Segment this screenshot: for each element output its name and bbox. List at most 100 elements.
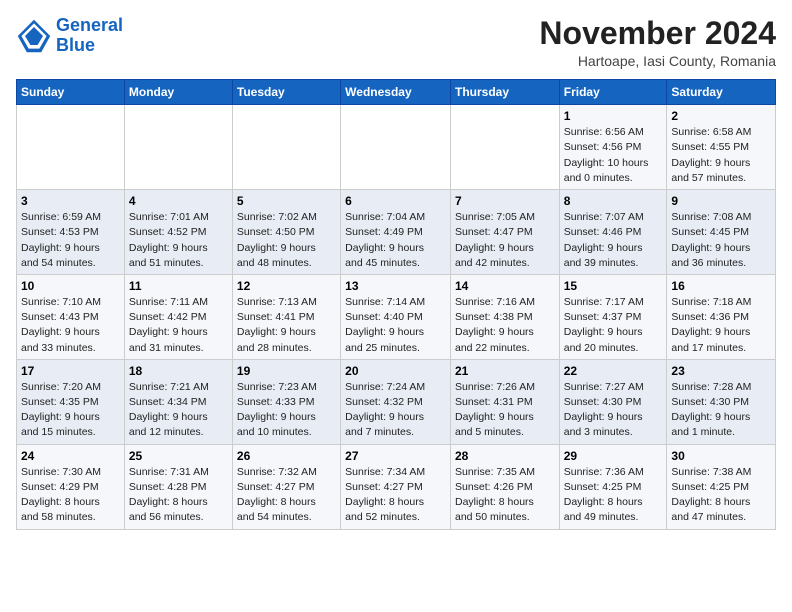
- logo: General Blue: [16, 16, 123, 56]
- calendar-week-row: 3 Sunrise: 6:59 AMSunset: 4:53 PMDaylight…: [17, 190, 776, 275]
- day-info: Sunrise: 7:23 AMSunset: 4:33 PMDaylight:…: [237, 380, 336, 441]
- day-number: 4: [129, 194, 228, 208]
- calendar-cell: 25 Sunrise: 7:31 AMSunset: 4:28 PMDayligh…: [124, 444, 232, 529]
- day-info: Sunrise: 7:35 AMSunset: 4:26 PMDaylight:…: [455, 465, 555, 526]
- weekday-header-saturday: Saturday: [667, 80, 776, 105]
- calendar-week-row: 24Sunrise: 7:30 AMSunset: 4:29 PMDayligh…: [17, 444, 776, 529]
- day-info: Sunrise: 7:26 AMSunset: 4:31 PMDaylight:…: [455, 380, 555, 441]
- day-info: Sunrise: 7:07 AMSunset: 4:46 PMDaylight:…: [564, 210, 663, 271]
- day-info: Sunrise: 7:20 AMSunset: 4:35 PMDaylight:…: [21, 380, 120, 441]
- day-number: 20: [345, 364, 446, 378]
- calendar-cell: 26 Sunrise: 7:32 AMSunset: 4:27 PMDayligh…: [232, 444, 340, 529]
- day-info: Sunrise: 6:58 AMSunset: 4:55 PMDaylight:…: [671, 125, 771, 186]
- day-number: 16: [671, 279, 771, 293]
- calendar-cell: 9Sunrise: 7:08 AMSunset: 4:45 PMDaylight…: [667, 190, 776, 275]
- calendar-cell: 27 Sunrise: 7:34 AMSunset: 4:27 PMDayligh…: [341, 444, 451, 529]
- calendar-week-row: 17 Sunrise: 7:20 AMSunset: 4:35 PMDayligh…: [17, 359, 776, 444]
- calendar-cell: 21 Sunrise: 7:26 AMSunset: 4:31 PMDayligh…: [450, 359, 559, 444]
- weekday-header-wednesday: Wednesday: [341, 80, 451, 105]
- day-number: 6: [345, 194, 446, 208]
- calendar-cell: 19 Sunrise: 7:23 AMSunset: 4:33 PMDayligh…: [232, 359, 340, 444]
- day-info: Sunrise: 7:10 AMSunset: 4:43 PMDaylight:…: [21, 295, 120, 356]
- calendar-cell: 20 Sunrise: 7:24 AMSunset: 4:32 PMDayligh…: [341, 359, 451, 444]
- day-info: Sunrise: 7:31 AMSunset: 4:28 PMDaylight:…: [129, 465, 228, 526]
- calendar-cell: 28 Sunrise: 7:35 AMSunset: 4:26 PMDayligh…: [450, 444, 559, 529]
- calendar-cell: 13Sunrise: 7:14 AMSunset: 4:40 PMDayligh…: [341, 274, 451, 359]
- day-number: 3: [21, 194, 120, 208]
- day-number: 29: [564, 449, 663, 463]
- calendar-week-row: 10 Sunrise: 7:10 AMSunset: 4:43 PMDayligh…: [17, 274, 776, 359]
- day-number: 7: [455, 194, 555, 208]
- weekday-header-monday: Monday: [124, 80, 232, 105]
- day-number: 15: [564, 279, 663, 293]
- day-info: Sunrise: 7:13 AMSunset: 4:41 PMDaylight:…: [237, 295, 336, 356]
- calendar-cell: [124, 105, 232, 190]
- calendar-cell: 4 Sunrise: 7:01 AMSunset: 4:52 PMDaylight…: [124, 190, 232, 275]
- calendar-cell: 8 Sunrise: 7:07 AMSunset: 4:46 PMDaylight…: [559, 190, 667, 275]
- calendar-cell: [450, 105, 559, 190]
- day-number: 24: [21, 449, 120, 463]
- day-number: 12: [237, 279, 336, 293]
- day-number: 10: [21, 279, 120, 293]
- calendar-cell: 22 Sunrise: 7:27 AMSunset: 4:30 PMDayligh…: [559, 359, 667, 444]
- weekday-header-thursday: Thursday: [450, 80, 559, 105]
- calendar-week-row: 1Sunrise: 6:56 AMSunset: 4:56 PMDaylight…: [17, 105, 776, 190]
- day-number: 22: [564, 364, 663, 378]
- day-number: 2: [671, 109, 771, 123]
- day-info: Sunrise: 7:11 AMSunset: 4:42 PMDaylight:…: [129, 295, 228, 356]
- day-info: Sunrise: 7:34 AMSunset: 4:27 PMDaylight:…: [345, 465, 446, 526]
- calendar-cell: 3 Sunrise: 6:59 AMSunset: 4:53 PMDaylight…: [17, 190, 125, 275]
- calendar-cell: 5 Sunrise: 7:02 AMSunset: 4:50 PMDaylight…: [232, 190, 340, 275]
- day-info: Sunrise: 7:21 AMSunset: 4:34 PMDaylight:…: [129, 380, 228, 441]
- weekday-header-friday: Friday: [559, 80, 667, 105]
- weekday-header-sunday: Sunday: [17, 80, 125, 105]
- day-info: Sunrise: 7:01 AMSunset: 4:52 PMDaylight:…: [129, 210, 228, 271]
- logo-line2: Blue: [56, 36, 123, 56]
- logo-icon: [16, 18, 52, 54]
- logo-line1: General: [56, 16, 123, 36]
- day-number: 18: [129, 364, 228, 378]
- day-info: Sunrise: 7:02 AMSunset: 4:50 PMDaylight:…: [237, 210, 336, 271]
- day-number: 21: [455, 364, 555, 378]
- day-info: Sunrise: 7:32 AMSunset: 4:27 PMDaylight:…: [237, 465, 336, 526]
- day-number: 26: [237, 449, 336, 463]
- day-info: Sunrise: 7:05 AMSunset: 4:47 PMDaylight:…: [455, 210, 555, 271]
- day-info: Sunrise: 6:59 AMSunset: 4:53 PMDaylight:…: [21, 210, 120, 271]
- day-number: 8: [564, 194, 663, 208]
- day-number: 13: [345, 279, 446, 293]
- calendar-cell: 16 Sunrise: 7:18 AMSunset: 4:36 PMDayligh…: [667, 274, 776, 359]
- calendar-cell: [341, 105, 451, 190]
- calendar-cell: 6Sunrise: 7:04 AMSunset: 4:49 PMDaylight…: [341, 190, 451, 275]
- day-info: Sunrise: 7:28 AMSunset: 4:30 PMDaylight:…: [671, 380, 771, 441]
- calendar-header-row: SundayMondayTuesdayWednesdayThursdayFrid…: [17, 80, 776, 105]
- day-info: Sunrise: 7:27 AMSunset: 4:30 PMDaylight:…: [564, 380, 663, 441]
- calendar-cell: 24Sunrise: 7:30 AMSunset: 4:29 PMDayligh…: [17, 444, 125, 529]
- day-number: 25: [129, 449, 228, 463]
- day-info: Sunrise: 7:16 AMSunset: 4:38 PMDaylight:…: [455, 295, 555, 356]
- day-info: Sunrise: 7:36 AMSunset: 4:25 PMDaylight:…: [564, 465, 663, 526]
- day-number: 28: [455, 449, 555, 463]
- day-number: 30: [671, 449, 771, 463]
- calendar-cell: 30Sunrise: 7:38 AMSunset: 4:25 PMDayligh…: [667, 444, 776, 529]
- calendar-cell: 7 Sunrise: 7:05 AMSunset: 4:47 PMDaylight…: [450, 190, 559, 275]
- day-number: 14: [455, 279, 555, 293]
- calendar-cell: 18 Sunrise: 7:21 AMSunset: 4:34 PMDayligh…: [124, 359, 232, 444]
- calendar-cell: 11 Sunrise: 7:11 AMSunset: 4:42 PMDayligh…: [124, 274, 232, 359]
- calendar-cell: [232, 105, 340, 190]
- calendar-table: SundayMondayTuesdayWednesdayThursdayFrid…: [16, 79, 776, 529]
- calendar-cell: 2 Sunrise: 6:58 AMSunset: 4:55 PMDaylight…: [667, 105, 776, 190]
- day-number: 17: [21, 364, 120, 378]
- day-number: 23: [671, 364, 771, 378]
- day-info: Sunrise: 7:08 AMSunset: 4:45 PMDaylight:…: [671, 210, 771, 271]
- day-number: 11: [129, 279, 228, 293]
- day-number: 27: [345, 449, 446, 463]
- day-info: Sunrise: 7:24 AMSunset: 4:32 PMDaylight:…: [345, 380, 446, 441]
- day-info: Sunrise: 7:18 AMSunset: 4:36 PMDaylight:…: [671, 295, 771, 356]
- day-number: 1: [564, 109, 663, 123]
- location: Hartoape, Iasi County, Romania: [539, 53, 776, 69]
- day-number: 5: [237, 194, 336, 208]
- day-number: 19: [237, 364, 336, 378]
- calendar-cell: [17, 105, 125, 190]
- title-block: November 2024 Hartoape, Iasi County, Rom…: [539, 16, 776, 69]
- calendar-cell: 23 Sunrise: 7:28 AMSunset: 4:30 PMDayligh…: [667, 359, 776, 444]
